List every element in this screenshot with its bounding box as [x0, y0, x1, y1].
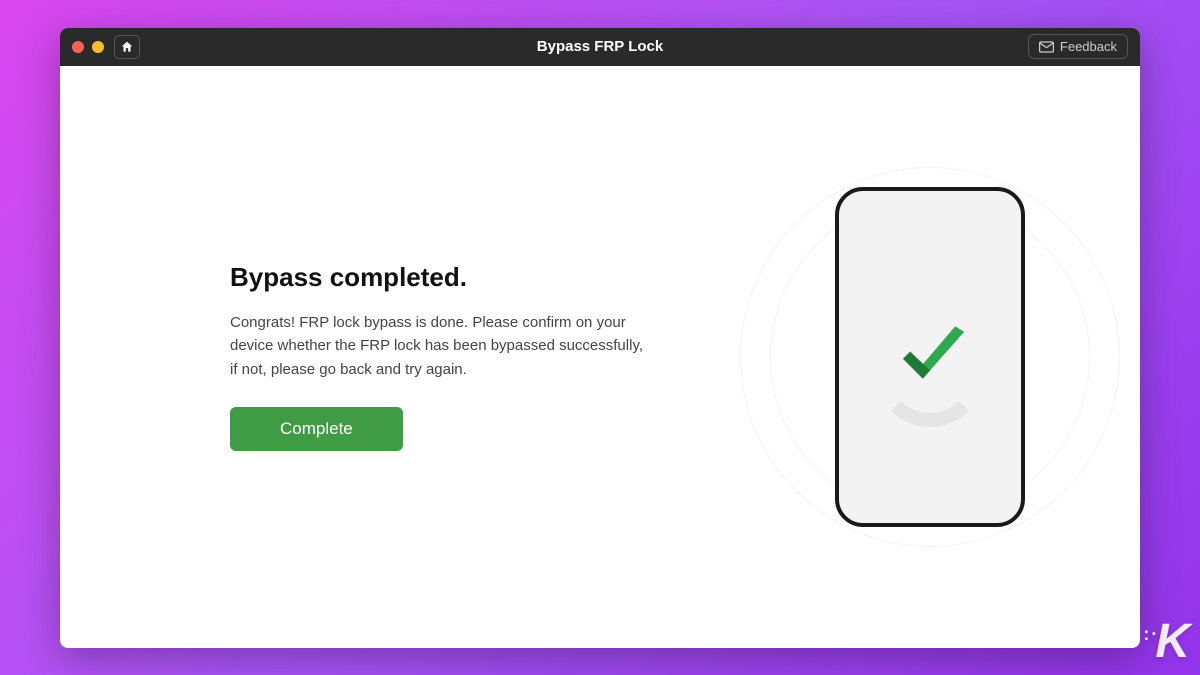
- watermark: :·K: [1143, 614, 1188, 669]
- page-heading: Bypass completed.: [230, 262, 650, 293]
- window-controls: [72, 41, 104, 53]
- feedback-label: Feedback: [1060, 39, 1117, 54]
- phone-illustration: [790, 157, 1070, 557]
- titlebar: Bypass FRP Lock Feedback: [60, 28, 1140, 66]
- main-content: Bypass completed. Congrats! FRP lock byp…: [60, 66, 1140, 648]
- window-title: Bypass FRP Lock: [537, 38, 663, 55]
- message-block: Bypass completed. Congrats! FRP lock byp…: [230, 262, 650, 451]
- phone-frame: [835, 187, 1025, 527]
- mail-icon: [1039, 41, 1054, 53]
- page-description: Congrats! FRP lock bypass is done. Pleas…: [230, 311, 650, 381]
- feedback-button[interactable]: Feedback: [1028, 34, 1128, 59]
- complete-button[interactable]: Complete: [230, 407, 403, 451]
- phone-screen-content: [870, 297, 990, 417]
- close-window-button[interactable]: [72, 41, 84, 53]
- app-window: Bypass FRP Lock Feedback Bypass complete…: [60, 28, 1140, 648]
- progress-arc-icon: [875, 317, 985, 427]
- minimize-window-button[interactable]: [92, 41, 104, 53]
- home-icon: [120, 40, 134, 54]
- home-button[interactable]: [114, 35, 140, 59]
